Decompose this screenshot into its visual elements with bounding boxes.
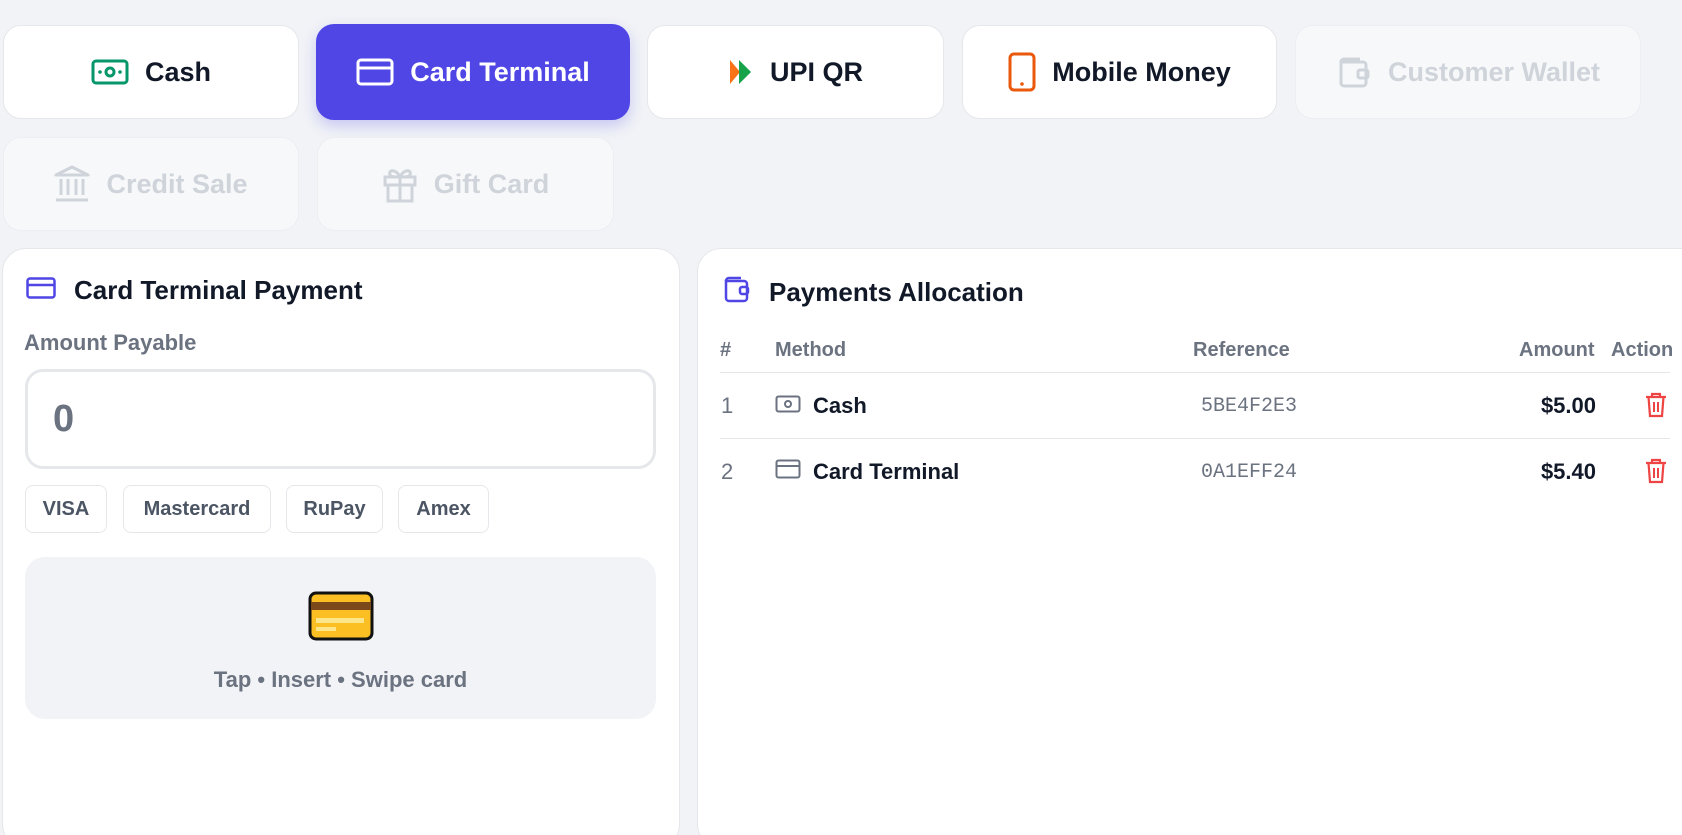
- credit-card-emoji-icon: [308, 591, 374, 641]
- method-customer-wallet-label: Customer Wallet: [1387, 56, 1601, 87]
- method-mobile-money-label: Mobile Money: [1052, 56, 1231, 87]
- method-upi-qr-label: UPI QR: [769, 56, 863, 87]
- method-customer-wallet-button: Customer Wallet: [1295, 25, 1641, 119]
- col-header-index: #: [720, 339, 732, 361]
- payments-allocation-panel: [697, 248, 1682, 835]
- payments-allocation-header: Payments Allocation: [723, 275, 1024, 310]
- row-reference: 5BE4F2E3: [1201, 395, 1298, 418]
- wallet-icon: [1336, 54, 1372, 90]
- method-gift-card-button: Gift Card: [317, 137, 614, 231]
- method-credit-sale-button: Credit Sale: [3, 137, 299, 231]
- amount-payable-label: Amount Payable: [24, 330, 197, 355]
- row-index: 1: [721, 393, 734, 418]
- row-index: 2: [721, 459, 734, 484]
- payment-screen: Cash Card Terminal UPI QR Mobile Money C…: [0, 0, 1682, 835]
- row-method-label: Cash: [813, 393, 867, 418]
- row-reference: 0A1EFF24: [1201, 461, 1298, 484]
- method-cash-button[interactable]: Cash: [3, 25, 299, 119]
- card-icon: [775, 459, 801, 485]
- card-reader-prompt: Tap • Insert • Swipe card: [25, 557, 656, 719]
- row-amount: $5.00: [1540, 393, 1596, 418]
- row-method: Cash: [775, 393, 867, 419]
- table-row-divider: [720, 438, 1670, 439]
- method-credit-sale-label: Credit Sale: [106, 168, 248, 199]
- method-card-terminal-label: Card Terminal: [410, 56, 590, 87]
- method-gift-card-label: Gift Card: [433, 168, 550, 199]
- row-method-label: Card Terminal: [813, 459, 960, 484]
- row-method: Card Terminal: [775, 459, 959, 485]
- gift-icon: [382, 165, 418, 203]
- method-mobile-money-button[interactable]: Mobile Money: [962, 25, 1277, 119]
- method-card-terminal-button[interactable]: Card Terminal: [316, 24, 630, 120]
- brand-chip-amex[interactable]: Amex: [398, 485, 489, 533]
- col-header-amount: Amount: [1519, 339, 1595, 361]
- mobile-icon: [1008, 52, 1036, 92]
- upi-icon: [728, 58, 754, 86]
- card-icon: [26, 275, 56, 306]
- brand-chip-mastercard[interactable]: Mastercard: [123, 485, 271, 533]
- card-reader-instruction: Tap • Insert • Swipe card: [213, 667, 468, 692]
- col-header-reference: Reference: [1193, 339, 1290, 361]
- delete-row-button[interactable]: [1644, 391, 1668, 425]
- amount-payable-input[interactable]: [25, 369, 656, 469]
- wallet-icon: [723, 275, 751, 310]
- col-header-action: Action: [1611, 339, 1674, 361]
- row-amount: $5.40: [1540, 459, 1596, 484]
- bank-icon: [54, 165, 90, 203]
- col-header-method: Method: [775, 339, 847, 361]
- method-cash-label: Cash: [144, 56, 212, 87]
- delete-row-button[interactable]: [1644, 457, 1668, 491]
- card-icon: [356, 58, 394, 86]
- cash-icon: [775, 393, 801, 419]
- trash-icon: [1644, 392, 1668, 424]
- payments-allocation-title: Payments Allocation: [769, 277, 1024, 307]
- table-header-divider: [720, 372, 1670, 373]
- cash-icon: [91, 59, 129, 85]
- brand-chip-visa[interactable]: VISA: [25, 485, 107, 533]
- method-upi-qr-button[interactable]: UPI QR: [647, 25, 944, 119]
- card-terminal-panel-header: Card Terminal Payment: [26, 275, 363, 306]
- card-terminal-panel-title: Card Terminal Payment: [74, 275, 363, 305]
- trash-icon: [1644, 458, 1668, 490]
- brand-chip-rupay[interactable]: RuPay: [286, 485, 383, 533]
